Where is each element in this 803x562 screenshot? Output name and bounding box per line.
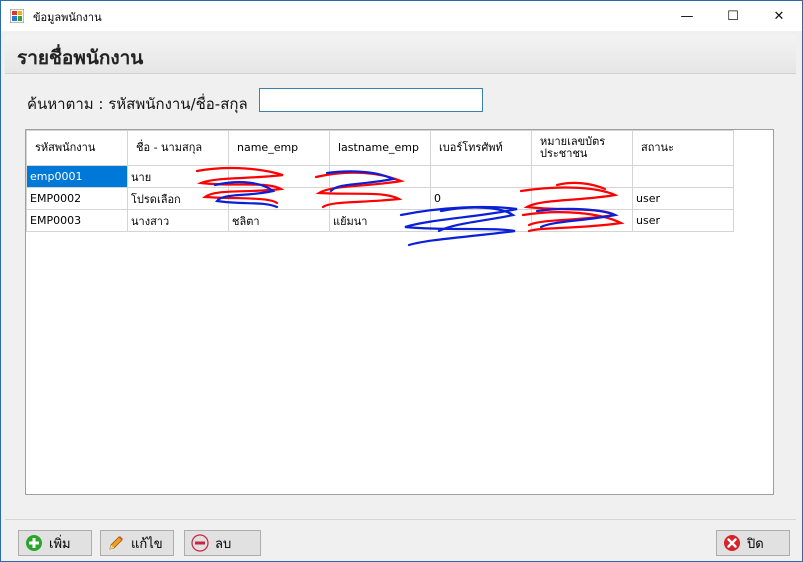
cancel-icon	[724, 535, 740, 551]
title-bar[interactable]: ข้อมูลพนักงาน — ☐ ✕	[1, 1, 802, 31]
table-cell[interactable]: แย้มนา	[329, 209, 431, 232]
column-header-full-name[interactable]: ชื่อ - นามสกุล	[127, 130, 229, 166]
column-header-phone[interactable]: เบอร์โทรศัพท์	[430, 130, 532, 166]
add-button[interactable]: เพิ่ม	[18, 530, 92, 556]
add-button-label: เพิ่ม	[49, 536, 71, 552]
maximize-button[interactable]: ☐	[710, 1, 756, 31]
table-row[interactable]: EMP0002 โปรดเลือก 0 user	[26, 187, 734, 210]
table-cell[interactable]: นาย	[127, 165, 229, 188]
table-cell[interactable]: 0	[430, 187, 532, 210]
close-button-label: ปิด	[747, 536, 764, 552]
table-cell[interactable]: EMP0002	[26, 187, 128, 210]
delete-button[interactable]: ลบ	[184, 530, 261, 556]
table-cell[interactable]: user	[632, 209, 734, 232]
table-cell[interactable]: โปรดเลือก	[127, 187, 229, 210]
search-input[interactable]	[259, 88, 483, 112]
table-row[interactable]: EMP0003 นางสาว ชลิตา แย้มนา user	[26, 209, 734, 232]
column-header-status[interactable]: สถานะ	[632, 130, 734, 166]
page-title: รายชื่อพนักงาน	[17, 47, 144, 69]
column-header-lastname-emp[interactable]: lastname_emp	[329, 130, 431, 166]
edit-button[interactable]: แก้ไข	[100, 530, 174, 556]
window-title: ข้อมูลพนักงาน	[33, 11, 102, 24]
table-cell[interactable]: emp0001	[26, 165, 128, 188]
column-header-emp-id[interactable]: รหัสพนักงาน	[26, 130, 128, 166]
close-button[interactable]: ปิด	[716, 530, 790, 556]
table-cell[interactable]	[531, 165, 633, 188]
column-header-id-card[interactable]: หมายเลขบัตรประชาชน	[531, 130, 633, 166]
employee-grid[interactable]: รหัสพนักงาน ชื่อ - นามสกุล name_emp last…	[25, 129, 774, 495]
minimize-button[interactable]: —	[664, 1, 710, 31]
table-cell[interactable]	[329, 187, 431, 210]
bottom-toolbar: เพิ่ม แก้ไข ลบ ปิด	[5, 519, 796, 560]
table-cell[interactable]	[228, 165, 330, 188]
table-cell[interactable]: ชลิตา	[228, 209, 330, 232]
column-header-name-emp[interactable]: name_emp	[228, 130, 330, 166]
table-cell[interactable]	[430, 209, 532, 232]
table-cell[interactable]: EMP0003	[26, 209, 128, 232]
table-cell[interactable]: นางสาว	[127, 209, 229, 232]
table-cell[interactable]	[228, 187, 330, 210]
minus-icon	[191, 534, 209, 552]
maximize-icon: ☐	[727, 8, 739, 24]
table-row[interactable]: emp0001 นาย	[26, 165, 734, 188]
table-cell[interactable]	[632, 165, 734, 188]
minimize-icon: —	[680, 8, 694, 24]
header-strip: รายชื่อพนักงาน	[5, 35, 796, 74]
table-cell[interactable]: user	[632, 187, 734, 210]
app-window: ข้อมูลพนักงาน — ☐ ✕ รายชื่อพนักงาน ค้นหา…	[0, 0, 803, 562]
app-icon	[10, 9, 24, 23]
pencil-icon	[109, 536, 123, 550]
add-icon	[26, 535, 42, 551]
delete-button-label: ลบ	[215, 536, 232, 552]
close-window-button[interactable]: ✕	[756, 1, 802, 31]
table-header-row: รหัสพนักงาน ชื่อ - นามสกุล name_emp last…	[26, 130, 734, 166]
table-cell[interactable]	[531, 187, 633, 210]
table-cell[interactable]	[329, 165, 431, 188]
table-cell[interactable]	[430, 165, 532, 188]
employee-table: รหัสพนักงาน ชื่อ - นามสกุล name_emp last…	[26, 130, 734, 232]
close-icon: ✕	[773, 8, 785, 24]
table-cell[interactable]	[531, 209, 633, 232]
search-label: ค้นหาตาม : รหัสพนักงาน/ชื่อ-สกุล	[27, 95, 248, 113]
edit-button-label: แก้ไข	[131, 536, 163, 552]
